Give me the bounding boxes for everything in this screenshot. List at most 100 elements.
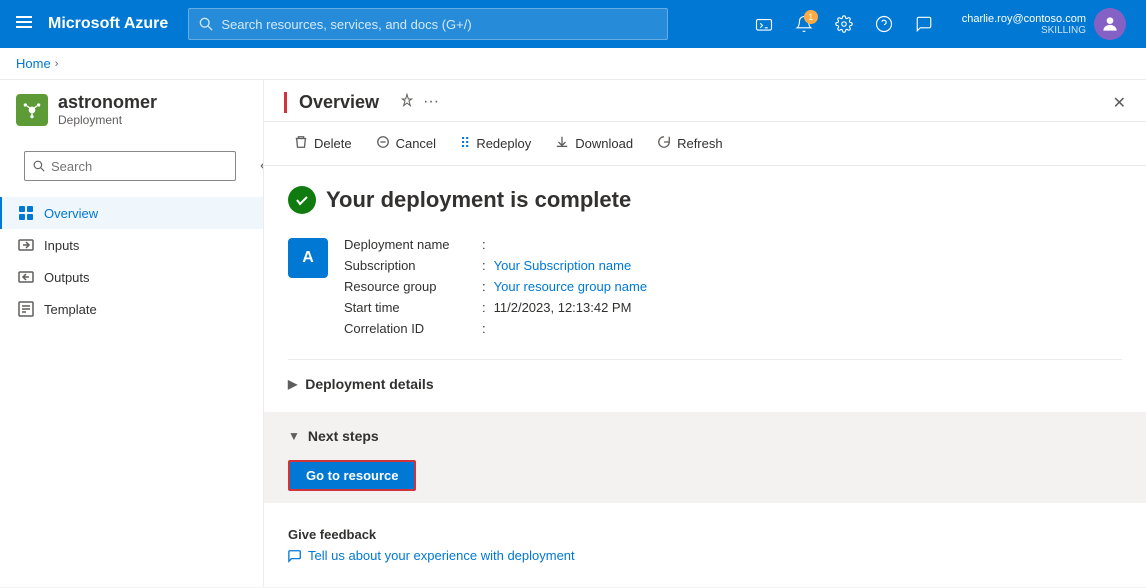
content-title-bar: Overview: [284, 92, 379, 113]
global-search-input[interactable]: [221, 17, 657, 32]
resource-name: astronomer: [58, 92, 157, 113]
breadcrumb-home[interactable]: Home: [16, 56, 51, 71]
download-icon: [555, 135, 569, 152]
label-correlation-id: Correlation ID: [344, 321, 474, 336]
main-content: Your deployment is complete A Deployment…: [264, 166, 1146, 587]
next-steps-header[interactable]: ▼ Next steps: [288, 424, 1130, 448]
feedback-link-text: Tell us about your experience with deplo…: [308, 548, 575, 563]
outputs-icon: [18, 269, 34, 285]
user-profile[interactable]: charlie.roy@contoso.com SKILLING: [954, 8, 1134, 40]
feedback-link[interactable]: Tell us about your experience with deplo…: [288, 548, 1122, 563]
info-row-start-time: Start time : 11/2/2023, 12:13:42 PM: [344, 297, 647, 318]
pin-icon[interactable]: [399, 93, 415, 112]
value-resource-group[interactable]: Your resource group name: [494, 279, 647, 294]
user-info: charlie.roy@contoso.com SKILLING: [962, 13, 1086, 36]
info-row-correlation-id: Correlation ID :: [344, 318, 647, 339]
info-table: Deployment name : Subscription : Your Su…: [344, 234, 647, 339]
sidebar-collapse-btn[interactable]: «: [256, 153, 264, 179]
sidebar: astronomer Deployment « Overview: [0, 80, 264, 587]
deployment-details-section: ▶ Deployment details: [288, 359, 1122, 408]
user-avatar[interactable]: [1094, 8, 1126, 40]
label-subscription: Subscription: [344, 258, 474, 273]
sidebar-item-template[interactable]: Template: [0, 293, 263, 325]
cancel-button[interactable]: Cancel: [366, 130, 446, 157]
success-status-icon: [288, 186, 316, 214]
sep-3: :: [482, 300, 486, 315]
download-label: Download: [575, 136, 633, 151]
settings-icon[interactable]: [826, 6, 862, 42]
refresh-label: Refresh: [677, 136, 723, 151]
deployment-details-header[interactable]: ▶ Deployment details: [288, 372, 1122, 396]
redeploy-label: Redeploy: [476, 136, 531, 151]
cloud-shell-icon[interactable]: [746, 6, 782, 42]
sep-1: :: [482, 258, 486, 273]
content-header: Overview ··· ✕: [264, 80, 1146, 122]
help-icon[interactable]: [866, 6, 902, 42]
go-to-resource-button[interactable]: Go to resource: [288, 460, 416, 491]
next-steps-label: Next steps: [308, 428, 379, 444]
next-steps-chevron: ▼: [288, 429, 300, 443]
sidebar-search-input[interactable]: [51, 159, 227, 174]
sep-2: :: [482, 279, 486, 294]
cancel-icon: [376, 135, 390, 152]
breadcrumb-separator: ›: [55, 58, 59, 70]
more-options-icon[interactable]: ···: [423, 93, 439, 112]
sep-0: :: [482, 237, 486, 252]
sidebar-item-inputs[interactable]: Inputs: [0, 229, 263, 261]
refresh-button[interactable]: Refresh: [647, 130, 733, 157]
label-start-time: Start time: [344, 300, 474, 315]
download-button[interactable]: Download: [545, 130, 643, 157]
sidebar-search[interactable]: [24, 151, 236, 181]
delete-label: Delete: [314, 136, 352, 151]
app-logo: Microsoft Azure: [48, 15, 168, 33]
redeploy-button[interactable]: ⠿ Redeploy: [450, 130, 541, 157]
value-subscription[interactable]: Your Subscription name: [494, 258, 632, 273]
sidebar-item-label: Overview: [44, 206, 98, 221]
global-search[interactable]: [188, 8, 668, 40]
sidebar-item-overview[interactable]: Overview: [0, 197, 263, 229]
deployment-avatar: A: [288, 238, 328, 278]
sidebar-item-label: Outputs: [44, 270, 90, 285]
deployment-details-chevron: ▶: [288, 377, 297, 391]
deployment-details-label: Deployment details: [305, 376, 433, 392]
deployment-title: Your deployment is complete: [326, 187, 631, 213]
cancel-label: Cancel: [396, 136, 436, 151]
template-icon: [18, 301, 34, 317]
value-start-time: 11/2/2023, 12:13:42 PM: [494, 300, 632, 315]
user-email: charlie.roy@contoso.com: [962, 13, 1086, 25]
title-actions: ···: [399, 93, 439, 112]
nav-icons: 1: [746, 6, 942, 42]
refresh-icon: [657, 135, 671, 152]
sidebar-nav: Overview Inputs Outputs Template: [0, 197, 263, 587]
toolbar: Delete Cancel ⠿ Redeploy Download: [264, 122, 1146, 166]
deployment-info: A Deployment name : Subscription : Your …: [288, 234, 1122, 339]
sidebar-item-label: Template: [44, 302, 97, 317]
sidebar-item-outputs[interactable]: Outputs: [0, 261, 263, 293]
feedback-section: Give feedback Tell us about your experie…: [288, 511, 1122, 579]
main-layout: astronomer Deployment « Overview: [0, 80, 1146, 587]
feedback-nav-icon[interactable]: [906, 6, 942, 42]
deployment-status: Your deployment is complete: [288, 186, 1122, 214]
notifications-icon[interactable]: 1: [786, 6, 822, 42]
info-row-deployment-name: Deployment name :: [344, 234, 647, 255]
close-button[interactable]: ✕: [1113, 93, 1126, 113]
content-area: Overview ··· ✕ Delete Can: [264, 80, 1146, 587]
sidebar-header: astronomer Deployment: [0, 80, 263, 139]
breadcrumb: Home ›: [0, 48, 1146, 80]
top-nav: Microsoft Azure 1 charlie.roy@contoso.co…: [0, 0, 1146, 48]
hamburger-icon[interactable]: [12, 10, 36, 39]
feedback-title: Give feedback: [288, 527, 1122, 542]
inputs-icon: [18, 237, 34, 253]
delete-button[interactable]: Delete: [284, 130, 362, 157]
overview-icon: [18, 205, 34, 221]
resource-type: Deployment: [58, 113, 157, 127]
content-title: Overview: [299, 92, 379, 113]
notification-count: 1: [804, 10, 818, 24]
label-deployment-name: Deployment name: [344, 237, 474, 252]
delete-icon: [294, 135, 308, 152]
info-row-subscription: Subscription : Your Subscription name: [344, 255, 647, 276]
next-steps-section: ▼ Next steps Go to resource: [264, 412, 1146, 503]
redeploy-icon: ⠿: [460, 135, 470, 152]
sidebar-item-label: Inputs: [44, 238, 79, 253]
user-subscription-label: SKILLING: [1041, 25, 1086, 36]
